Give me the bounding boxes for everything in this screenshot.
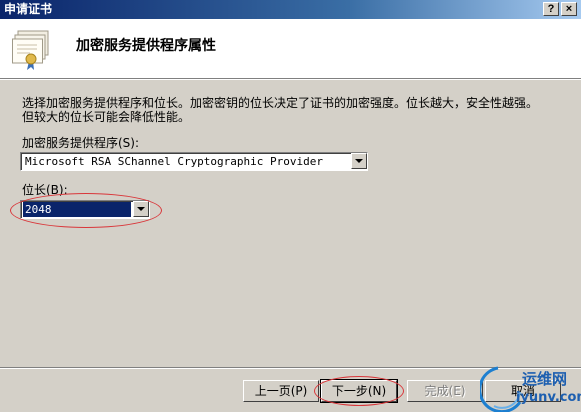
certificate-icon [12,30,49,70]
page-title: 加密服务提供程序属性 [76,38,216,54]
description-text: 选择加密服务提供程序和位长。加密密钥的位长决定了证书的加密强度。位长越大，安全性… [22,96,539,124]
cancel-button[interactable]: 取消 [485,380,561,402]
next-button[interactable]: 下一步(N) [320,379,398,403]
back-button[interactable]: 上一页(P) [243,380,319,402]
help-button[interactable]: ? [543,2,559,16]
csp-select[interactable]: Microsoft RSA SChannel Cryptographic Pro… [20,152,368,171]
csp-select-value: Microsoft RSA SChannel Cryptographic Pro… [25,155,324,168]
dialog-window: 申请证书 ? × 加密服务提供程序属性 选择加密服务提供程序和位长。加密密钥的位… [0,0,581,412]
bit-length-select-value: 2048 [23,202,131,217]
chevron-down-icon[interactable] [351,153,367,169]
bit-length-label: 位长(B): [22,183,68,197]
chevron-down-icon[interactable] [133,201,149,217]
title-bar[interactable]: 申请证书 ? × [0,0,581,19]
wizard-header: 加密服务提供程序属性 [0,19,581,79]
csp-label: 加密服务提供程序(S): [22,136,140,150]
header-divider [0,79,581,80]
window-title: 申请证书 [4,2,53,16]
close-button[interactable]: × [561,2,577,16]
finish-button[interactable]: 完成(E) [407,380,483,402]
bit-length-select[interactable]: 2048 [20,200,150,219]
